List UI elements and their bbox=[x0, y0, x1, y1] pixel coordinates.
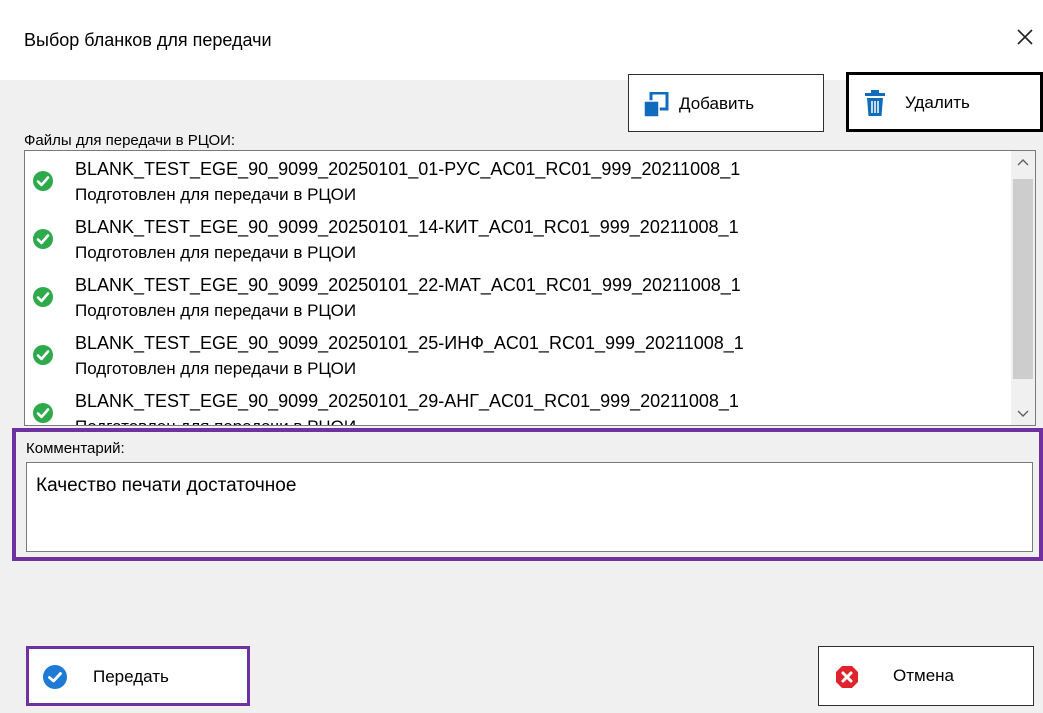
list-item[interactable]: BLANK_TEST_EGE_90_9099_20250101_14-КИТ_A… bbox=[25, 209, 1010, 267]
trash-icon bbox=[865, 90, 885, 116]
add-window-icon bbox=[643, 92, 669, 118]
comment-input[interactable]: Качество печати достаточное bbox=[26, 462, 1033, 552]
scroll-up-button[interactable] bbox=[1011, 151, 1035, 175]
file-status: Подготовлен для передачи в РЦОИ bbox=[75, 359, 357, 378]
scroll-down-button[interactable] bbox=[1011, 401, 1035, 425]
add-button[interactable]: Добавить bbox=[628, 74, 824, 132]
check-circle-icon bbox=[33, 287, 53, 307]
file-status: Подготовлен для передачи в РЦОИ bbox=[75, 417, 356, 425]
comment-section: Комментарий: Качество печати достаточное bbox=[12, 428, 1043, 561]
list-item[interactable]: BLANK_TEST_EGE_90_9099_20250101_22-МАТ_A… bbox=[25, 267, 1010, 325]
title-bar: Выбор бланков для передачи bbox=[0, 0, 1043, 80]
send-button-label: Передать bbox=[93, 667, 169, 686]
file-status: Подготовлен для передачи в РЦОИ bbox=[75, 243, 357, 262]
comment-label: Комментарий: bbox=[26, 440, 125, 457]
file-name: BLANK_TEST_EGE_90_9099_20250101_29-АНГ_A… bbox=[75, 391, 739, 411]
file-status: Подготовлен для передачи в РЦОИ bbox=[75, 301, 357, 320]
file-name: BLANK_TEST_EGE_90_9099_20250101_22-МАТ_A… bbox=[75, 275, 741, 295]
list-item[interactable]: BLANK_TEST_EGE_90_9099_20250101_01-РУС_A… bbox=[25, 151, 1010, 209]
scroll-thumb[interactable] bbox=[1013, 179, 1033, 379]
check-circle-icon bbox=[33, 403, 53, 423]
check-circle-icon bbox=[33, 345, 53, 365]
close-button[interactable] bbox=[1010, 22, 1040, 52]
check-circle-icon bbox=[43, 665, 67, 689]
list-scrollbar[interactable] bbox=[1011, 151, 1035, 425]
file-name: BLANK_TEST_EGE_90_9099_20250101_14-КИТ_A… bbox=[75, 217, 739, 237]
list-item[interactable]: BLANK_TEST_EGE_90_9099_20250101_25-ИНФ_A… bbox=[25, 325, 1010, 383]
add-button-label: Добавить bbox=[679, 94, 755, 113]
cancel-button-label: Отмена bbox=[893, 666, 954, 685]
window-title: Выбор бланков для передачи bbox=[24, 30, 272, 50]
check-circle-icon bbox=[33, 171, 53, 191]
check-circle-icon bbox=[33, 229, 53, 249]
chevron-down-icon bbox=[1017, 410, 1029, 417]
dialog-window: Выбор бланков для передачи Добавить Удал… bbox=[0, 0, 1043, 713]
close-icon bbox=[1017, 29, 1033, 45]
list-item[interactable]: BLANK_TEST_EGE_90_9099_20250101_29-АНГ_A… bbox=[25, 383, 1010, 425]
delete-button-label: Удалить bbox=[905, 93, 970, 112]
file-status: Подготовлен для передачи в РЦОИ bbox=[75, 185, 357, 204]
error-icon bbox=[836, 666, 858, 688]
file-name: BLANK_TEST_EGE_90_9099_20250101_01-РУС_A… bbox=[75, 159, 741, 179]
files-label: Файлы для передачи в РЦОИ: bbox=[24, 132, 236, 149]
file-name: BLANK_TEST_EGE_90_9099_20250101_25-ИНФ_A… bbox=[75, 333, 744, 353]
chevron-up-icon bbox=[1017, 159, 1029, 166]
delete-button[interactable]: Удалить bbox=[846, 72, 1043, 132]
cancel-button[interactable]: Отмена bbox=[818, 646, 1034, 706]
send-button[interactable]: Передать bbox=[26, 646, 250, 706]
files-list[interactable]: BLANK_TEST_EGE_90_9099_20250101_01-РУС_A… bbox=[24, 150, 1036, 426]
